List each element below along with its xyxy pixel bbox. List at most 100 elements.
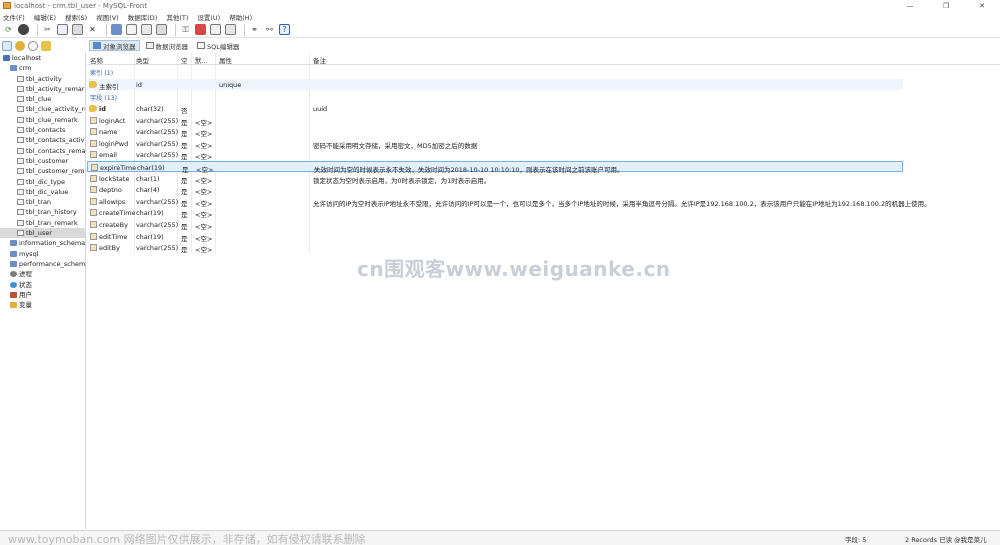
tree-item[interactable]: mysql bbox=[0, 249, 85, 259]
tab-object-browser[interactable]: 对象浏览器 bbox=[89, 40, 140, 51]
index-group-label[interactable]: 索引 (1) bbox=[90, 68, 113, 77]
cell-name: email bbox=[99, 151, 117, 160]
tree-item[interactable]: tbl_contacts_activity bbox=[0, 135, 85, 145]
folder-icon[interactable] bbox=[41, 40, 51, 51]
cell-null: 是 bbox=[181, 130, 188, 139]
close-icon[interactable]: ✕ bbox=[964, 0, 1000, 11]
unlink-icon[interactable]: ⚯ bbox=[264, 24, 275, 35]
tree-item[interactable]: tbl_tran bbox=[0, 197, 85, 207]
menu-other[interactable]: 其他(T) bbox=[166, 12, 188, 22]
db-icon bbox=[10, 65, 17, 72]
column-null-header[interactable]: 空 bbox=[181, 55, 188, 65]
menu-help[interactable]: 帮助(H) bbox=[229, 12, 252, 22]
menu-database[interactable]: 数据库(D) bbox=[128, 12, 158, 22]
field-row[interactable]: allowIps varchar(255) 是 <空> 允许访问的IP为空时表示IP地址… bbox=[87, 196, 931, 208]
tree-item[interactable]: tbl_dic_type bbox=[0, 177, 85, 187]
tree-item[interactable]: tbl_activity_remark bbox=[0, 84, 85, 94]
tree-item[interactable]: localhost bbox=[0, 53, 85, 63]
status-bar: www.toymoban.com 网络图片仅供展示，非存储，如有侵权请联系删除 … bbox=[0, 530, 1000, 545]
tree-item[interactable]: tbl_clue bbox=[0, 94, 85, 104]
tree-item[interactable]: information_schema bbox=[0, 238, 85, 248]
field-row[interactable]: deptno char(4) 是 <空> bbox=[87, 184, 903, 196]
cell-null: 否 bbox=[181, 107, 188, 115]
maximize-icon[interactable]: ❐ bbox=[928, 0, 964, 11]
tree-item-label: 变量 bbox=[19, 301, 32, 310]
index-icon[interactable] bbox=[156, 24, 167, 35]
db-icon bbox=[10, 260, 17, 267]
field-row[interactable]: loginAct varchar(255) 是 <空> bbox=[87, 115, 903, 127]
cell-type: varchar(255) bbox=[136, 197, 179, 206]
field-row[interactable]: loginPwd varchar(255) 是 <空> 密码不能采用明文存储，采用密文，… bbox=[87, 138, 903, 150]
tree-item[interactable]: crm bbox=[0, 63, 85, 73]
sql-icon[interactable] bbox=[18, 24, 29, 35]
field-row[interactable]: createBy varchar(255) 是 <空> bbox=[87, 219, 903, 231]
menu-view[interactable]: 视图(V) bbox=[96, 12, 119, 22]
import-icon[interactable] bbox=[225, 24, 236, 35]
help-icon[interactable]: ? bbox=[279, 24, 290, 35]
tab-data-browser[interactable]: 数据浏览器 bbox=[143, 40, 192, 51]
tree-item[interactable]: 变量 bbox=[0, 300, 85, 310]
column-default-header[interactable]: 默... bbox=[195, 55, 208, 65]
field-row[interactable]: editBy varchar(255) 是 <空> bbox=[87, 242, 903, 254]
fields-group-label[interactable]: 字段 (13) bbox=[90, 93, 117, 102]
menu-settings[interactable]: 设置(U) bbox=[197, 12, 220, 22]
copy-icon[interactable] bbox=[57, 24, 68, 35]
key-icon bbox=[89, 105, 97, 112]
tree-item[interactable]: tbl_customer bbox=[0, 156, 85, 166]
column-comment-header[interactable]: 备注 bbox=[313, 55, 326, 65]
tree-item[interactable]: tbl_clue_activity_rela bbox=[0, 104, 85, 114]
menu-file[interactable]: 文件(F) bbox=[3, 12, 25, 22]
field-row[interactable]: lockState char(1) 是 <空> 锁定状态为空时表示启用，为0时表示锁定，… bbox=[87, 173, 903, 185]
chart-icon[interactable] bbox=[195, 24, 206, 35]
tree-item[interactable]: tbl_tran_remark bbox=[0, 218, 85, 228]
minimize-icon[interactable]: — bbox=[892, 0, 928, 11]
tree-item[interactable]: tbl_contacts_remark bbox=[0, 146, 85, 156]
link-icon[interactable]: ⚭ bbox=[249, 24, 260, 35]
field-row[interactable]: expireTime char(19) 是 <空> 失效时间为空的时候表示永不失效，失效… bbox=[87, 161, 903, 174]
tree-item[interactable]: tbl_activity bbox=[0, 74, 85, 84]
cut-icon[interactable]: ✂ bbox=[42, 24, 53, 35]
cell-default: <空> bbox=[195, 223, 213, 231]
favorites-icon[interactable] bbox=[15, 40, 25, 51]
index-row[interactable]: 主索引 id unique bbox=[87, 79, 903, 91]
paste-icon[interactable] bbox=[72, 24, 83, 35]
tree-item[interactable]: performance_schema bbox=[0, 259, 85, 269]
tree-item[interactable]: tbl_customer_remar bbox=[0, 166, 85, 176]
tab-sql-editor[interactable]: SQL编辑器 bbox=[194, 40, 242, 51]
menu-edit[interactable]: 编辑(E) bbox=[34, 12, 56, 22]
tree-item-label: tbl_contacts bbox=[26, 126, 66, 135]
tree-item[interactable]: tbl_clue_remark bbox=[0, 115, 85, 125]
tree-item-label: 用户 bbox=[19, 290, 32, 299]
tree-item-label: tbl_clue_remark bbox=[26, 115, 78, 124]
column-header: 名称 类型 空 默... 属性 备注 bbox=[87, 53, 1000, 65]
tree-item[interactable]: tbl_user bbox=[0, 228, 85, 239]
database-icon[interactable] bbox=[111, 24, 122, 35]
stat-icon bbox=[10, 281, 17, 288]
tree-item[interactable]: 用户 bbox=[0, 290, 85, 300]
delete-icon[interactable]: ✕ bbox=[87, 24, 98, 35]
key-icon[interactable]: ⚿ bbox=[180, 24, 191, 35]
field-row[interactable]: editTime char(19) 是 <空> bbox=[87, 231, 903, 243]
tree-item-label: information_schema bbox=[19, 239, 85, 248]
history-icon[interactable] bbox=[28, 40, 38, 51]
field-row[interactable]: name varchar(255) 是 <空> bbox=[87, 126, 903, 139]
tree-item[interactable]: tbl_tran_history bbox=[0, 207, 85, 217]
cell-name: createBy bbox=[99, 221, 128, 229]
tree-item[interactable]: 进程 bbox=[0, 269, 85, 279]
column-type-header[interactable]: 类型 bbox=[136, 55, 149, 65]
column-name-header[interactable]: 名称 bbox=[90, 55, 103, 65]
tree-view-icon[interactable] bbox=[2, 40, 12, 51]
menu-search[interactable]: 搜索(S) bbox=[65, 12, 87, 22]
field-icon[interactable] bbox=[141, 24, 152, 35]
export-icon[interactable] bbox=[210, 24, 221, 35]
table-icon[interactable] bbox=[126, 24, 137, 35]
tree-item[interactable]: tbl_contacts bbox=[0, 125, 85, 135]
field-row[interactable]: id char(32) 否 uuid bbox=[87, 103, 903, 115]
tree-item[interactable]: 状态 bbox=[0, 280, 85, 290]
refresh-icon[interactable]: ⟳ bbox=[3, 24, 14, 35]
field-row[interactable]: createTime char(19) 是 <空> bbox=[87, 207, 903, 219]
tree-item[interactable]: tbl_dic_value bbox=[0, 187, 85, 197]
column-attr-header[interactable]: 属性 bbox=[219, 55, 232, 65]
field-row[interactable]: email varchar(255) 是 <空> bbox=[87, 149, 903, 161]
proc-icon bbox=[10, 271, 17, 278]
